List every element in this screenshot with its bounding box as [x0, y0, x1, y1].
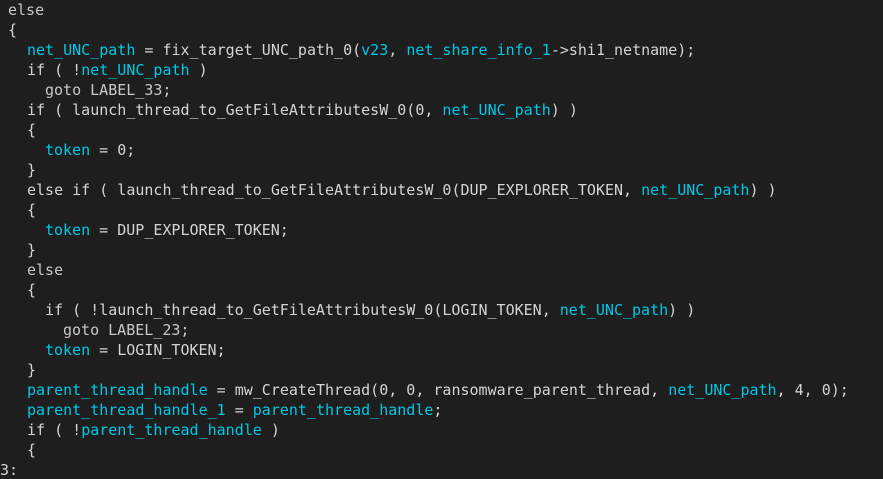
code-token: 3: — [0, 461, 19, 479]
variable-token[interactable]: net_UNC_path — [442, 101, 550, 119]
code-token: = fix_target_UNC_path_0( — [135, 41, 362, 59]
variable-token[interactable]: v23 — [361, 41, 388, 59]
code-line: } — [0, 360, 883, 380]
variable-token[interactable]: token — [45, 341, 90, 359]
code-token: else — [27, 261, 64, 279]
code-token: ->shi1_netname); — [550, 41, 696, 59]
variable-token[interactable]: parent_thread_handle — [27, 381, 208, 399]
code-line: 3: — [0, 460, 883, 479]
variable-token[interactable]: parent_thread_handle — [81, 421, 262, 439]
code-line: else — [0, 0, 883, 20]
code-line: parent_thread_handle_1 = parent_thread_h… — [0, 400, 883, 420]
code-token: ) ) — [668, 301, 696, 319]
code-line: goto LABEL_33; — [0, 80, 883, 100]
code-token: goto LABEL_33; — [45, 81, 172, 99]
code-line: token = DUP_EXPLORER_TOKEN; — [0, 220, 883, 240]
variable-token[interactable]: net_UNC_path — [560, 301, 668, 319]
variable-token[interactable]: parent_thread_handle_1 — [27, 401, 226, 419]
variable-token[interactable]: net_UNC_path — [641, 181, 749, 199]
code-line: if ( !parent_thread_handle ) — [0, 420, 883, 440]
code-line: if ( launch_thread_to_GetFileAttributesW… — [0, 100, 883, 120]
code-token: if ( ! — [27, 61, 82, 79]
code-line: token = 0; — [0, 140, 883, 160]
code-token: } — [27, 241, 37, 259]
code-token: ) ) — [749, 181, 777, 199]
code-line: parent_thread_handle = mw_CreateThread(0… — [0, 380, 883, 400]
variable-token[interactable]: net_UNC_path — [668, 381, 776, 399]
code-token: goto LABEL_23; — [63, 321, 190, 339]
code-line: } — [0, 240, 883, 260]
code-line: else — [0, 260, 883, 280]
code-token: { — [27, 201, 37, 219]
code-line: { — [0, 200, 883, 220]
code-token: = — [225, 401, 253, 419]
variable-token[interactable]: net_share_info_1 — [406, 41, 551, 59]
code-token: ; — [433, 401, 443, 419]
variable-token[interactable]: net_UNC_path — [81, 61, 189, 79]
variable-token[interactable]: token — [45, 221, 90, 239]
code-token: if ( ! — [27, 421, 82, 439]
code-token: { — [27, 281, 37, 299]
code-token: = 0; — [90, 141, 136, 159]
code-token: } — [27, 161, 37, 179]
code-token: { — [27, 441, 37, 459]
code-token: if ( !launch_thread_to_GetFileAttributes… — [45, 301, 560, 319]
code-line: if ( !launch_thread_to_GetFileAttributes… — [0, 300, 883, 320]
code-line: token = LOGIN_TOKEN; — [0, 340, 883, 360]
code-token: = DUP_EXPLORER_TOKEN; — [90, 221, 289, 239]
code-line: else if ( launch_thread_to_GetFileAttrib… — [0, 180, 883, 200]
code-editor[interactable]: else{net_UNC_path = fix_target_UNC_path_… — [0, 0, 883, 479]
code-line: { — [0, 280, 883, 300]
code-token: = mw_CreateThread(0, 0, ransomware_paren… — [207, 381, 669, 399]
code-token: if ( launch_thread_to_GetFileAttributesW… — [27, 101, 443, 119]
variable-token[interactable]: net_UNC_path — [27, 41, 135, 59]
code-line: { — [0, 20, 883, 40]
code-token: = LOGIN_TOKEN; — [90, 341, 226, 359]
code-line: if ( !net_UNC_path ) — [0, 60, 883, 80]
code-token: , 4, 0); — [776, 381, 849, 399]
code-token: { — [8, 21, 18, 39]
code-line: goto LABEL_23; — [0, 320, 883, 340]
code-line: net_UNC_path = fix_target_UNC_path_0(v23… — [0, 40, 883, 60]
code-line: } — [0, 160, 883, 180]
code-line: { — [0, 440, 883, 460]
code-token: ) ) — [550, 101, 578, 119]
code-token: else — [8, 1, 45, 19]
code-token: , — [388, 41, 407, 59]
code-token: } — [27, 361, 37, 379]
code-token: else if ( launch_thread_to_GetFileAttrib… — [27, 181, 642, 199]
code-token: ) — [261, 421, 280, 439]
code-line: { — [0, 120, 883, 140]
code-token: ) — [189, 61, 208, 79]
variable-token[interactable]: parent_thread_handle — [253, 401, 434, 419]
code-token: { — [27, 121, 37, 139]
variable-token[interactable]: token — [45, 141, 90, 159]
